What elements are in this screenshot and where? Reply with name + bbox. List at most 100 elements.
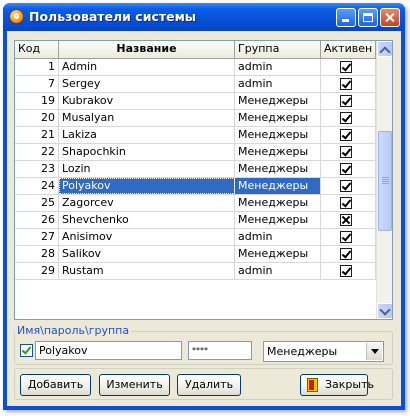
cell-active [321, 229, 376, 245]
cell-name: Zagorcev [59, 195, 235, 211]
cell-name: Anisimov [59, 229, 235, 245]
password-field[interactable]: **** [188, 341, 252, 360]
cell-id: 27 [15, 229, 59, 245]
add-button[interactable]: Добавить [20, 374, 91, 396]
cell-name: Lakiza [59, 127, 235, 143]
cell-group: Менеджеры [235, 127, 321, 143]
active-checkbox[interactable] [20, 344, 33, 357]
cell-active [321, 161, 376, 177]
cell-group: Менеджеры [235, 246, 321, 262]
users-grid[interactable]: Код Название Группа Активен 1 Admin admin 7… [14, 40, 393, 320]
cell-group: Менеджеры [235, 110, 321, 126]
checkbox-checked-icon[interactable] [340, 129, 352, 141]
checkbox-checked-icon[interactable] [340, 248, 352, 260]
cell-id: 19 [15, 93, 59, 109]
column-header-name[interactable]: Название [59, 41, 235, 58]
scroll-thumb[interactable] [378, 131, 392, 231]
checkbox-checked-icon[interactable] [340, 78, 352, 90]
table-row[interactable]: 27 Anisimov admin [15, 229, 376, 246]
cell-name: Salikov [59, 246, 235, 262]
cell-id: 23 [15, 161, 59, 177]
table-row[interactable]: 19 Kubrakov Менеджеры [15, 93, 376, 110]
group-select[interactable]: Менеджеры [263, 341, 384, 362]
checkbox-checked-icon[interactable] [340, 265, 352, 277]
minimize-icon[interactable] [336, 8, 356, 27]
checkbox-checked-icon[interactable] [340, 61, 352, 73]
chevron-down-icon[interactable] [366, 343, 382, 360]
table-row[interactable]: 24 Polyakov Менеджеры [15, 178, 376, 195]
cell-id: 7 [15, 76, 59, 92]
cell-name: Shapochkin [59, 144, 235, 160]
cell-id: 21 [15, 127, 59, 143]
close-button[interactable]: Закрыть [300, 374, 374, 396]
cell-active [321, 195, 376, 211]
cell-group: Менеджеры [235, 178, 321, 194]
checkbox-crossed-icon[interactable] [340, 214, 352, 226]
table-row[interactable]: 23 Lozin Менеджеры [15, 161, 376, 178]
scroll-up-arrow-icon[interactable] [377, 41, 392, 57]
close-icon[interactable] [380, 8, 400, 27]
cell-id: 24 [15, 178, 59, 194]
table-row[interactable]: 21 Lakiza Менеджеры [15, 127, 376, 144]
exit-door-icon [307, 378, 318, 392]
table-row[interactable]: 26 Shevchenko Менеджеры [15, 212, 376, 229]
cell-active [321, 110, 376, 126]
table-row[interactable]: 25 Zagorcev Менеджеры [15, 195, 376, 212]
checkbox-checked-icon[interactable] [340, 197, 352, 209]
checkbox-checked-icon[interactable] [340, 112, 352, 124]
checkbox-checked-icon[interactable] [340, 95, 352, 107]
username-field[interactable]: Polyakov [35, 341, 182, 360]
table-row[interactable]: 29 Rustam admin [15, 263, 376, 280]
table-row[interactable]: 22 Shapochkin Менеджеры [15, 144, 376, 161]
title-bar[interactable]: Пользователи системы [3, 3, 405, 31]
cell-active [321, 127, 376, 143]
cell-group: Менеджеры [235, 212, 321, 228]
cell-name: Admin [59, 59, 235, 75]
cell-id: 29 [15, 263, 59, 279]
cell-id: 22 [15, 144, 59, 160]
cell-active [321, 59, 376, 75]
checkbox-checked-icon[interactable] [340, 146, 352, 158]
column-header-group[interactable]: Группа [235, 41, 321, 58]
users-window: Пользователи системы Код Название Группа… [3, 3, 405, 410]
cell-active [321, 263, 376, 279]
checkbox-checked-icon[interactable] [340, 163, 352, 175]
cell-group: admin [235, 263, 321, 279]
grip-line [382, 179, 389, 180]
cell-name: Rustam [59, 263, 235, 279]
cell-id: 25 [15, 195, 59, 211]
grip-line [382, 181, 389, 182]
column-header-id[interactable]: Код [15, 41, 59, 58]
group-select-value: Менеджеры [267, 345, 338, 358]
app-logo-icon [9, 9, 24, 24]
delete-button[interactable]: Удалить [177, 374, 241, 396]
cell-group: Менеджеры [235, 161, 321, 177]
window-title: Пользователи системы [29, 9, 197, 24]
cell-group: Менеджеры [235, 93, 321, 109]
cell-name: Musalyan [59, 110, 235, 126]
cell-active [321, 93, 376, 109]
table-row[interactable]: 1 Admin admin [15, 59, 376, 76]
cell-id: 26 [15, 212, 59, 228]
close-button-label: Закрыть [325, 378, 374, 391]
cell-id: 28 [15, 246, 59, 262]
table-row[interactable]: 7 Sergey admin [15, 76, 376, 93]
grid-rows: 1 Admin admin 7 Sergey admin 19 Kubrakov Менедже… [15, 59, 376, 280]
checkbox-checked-icon[interactable] [340, 180, 352, 192]
groupbox-label: Имя\пароль\группа [15, 324, 132, 337]
scroll-down-arrow-icon[interactable] [377, 303, 392, 319]
grid-header: Код Название Группа Активен [15, 41, 376, 59]
window-client-area: Код Название Группа Активен 1 Admin admin 7… [7, 31, 401, 406]
maximize-icon[interactable] [358, 8, 378, 27]
cell-active [321, 246, 376, 262]
table-row[interactable]: 20 Musalyan Менеджеры [15, 110, 376, 127]
table-row[interactable]: 28 Salikov Менеджеры [15, 246, 376, 263]
grip-line [382, 177, 389, 178]
cell-active [321, 212, 376, 228]
edit-button[interactable]: Изменить [99, 374, 170, 396]
vertical-scrollbar[interactable] [376, 41, 392, 319]
column-header-active[interactable]: Активен [321, 41, 376, 58]
cell-group: admin [235, 76, 321, 92]
cell-name: Kubrakov [59, 93, 235, 109]
checkbox-checked-icon[interactable] [340, 231, 352, 243]
